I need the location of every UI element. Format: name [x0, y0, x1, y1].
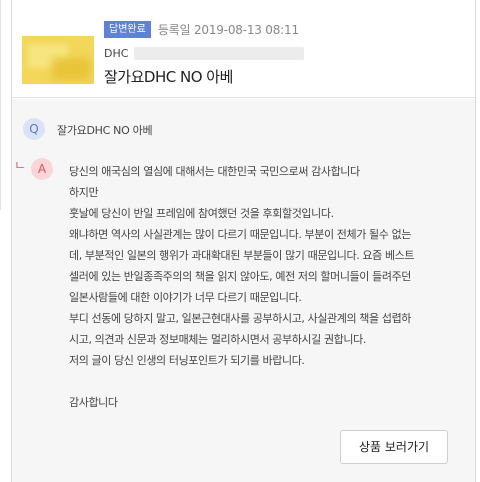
product-thumbnail[interactable]: [22, 36, 94, 84]
qna-card: 답변완료 등록일 2019-08-13 08:11 DHC 잘가요DHC NO …: [11, 0, 476, 482]
answer-line: 데, 부분적인 일본의 행위가 과대확대된 부분들이 많기 때문입니다. 요즘 …: [69, 249, 415, 262]
answer-line: 저의 글이 당신 인생의 터닝포인트가 되기를 바랍니다.: [69, 354, 305, 367]
answer-line: 하지만: [69, 186, 99, 199]
answer-line: 훗날에 당신이 반일 프레임에 참여했던 것을 후회할것입니다.: [69, 207, 334, 220]
registration-date: 등록일 2019-08-13 08:11: [157, 22, 299, 37]
brand-name: DHC: [104, 46, 129, 60]
go-to-product-button[interactable]: 상품 보러가기: [340, 430, 448, 464]
answer-closing: 감사합니다: [69, 396, 118, 409]
answer-line: 부디 선동에 당하지 말고, 일본근현대사를 공부하시고, 사실관계의 책을 섭…: [69, 312, 412, 325]
reply-arrow-icon: ㄴ: [14, 159, 26, 174]
brand-row: DHC: [104, 45, 305, 61]
product-name[interactable]: 잘가요DHC NO 아베: [104, 66, 233, 87]
qa-content: Q 잘가요DHC NO 아베 ㄴ A 당신의 애국심의 열심에 대해서는 대한민…: [12, 99, 475, 482]
answer-icon: A: [31, 158, 53, 180]
product-meta: 답변완료 등록일 2019-08-13 08:11: [104, 20, 299, 38]
answer-line: 일본사람들에 대한 이야기가 너무 다르기 때문입니다.: [69, 291, 302, 304]
answer-line: 시고, 의견과 신문과 정보매체는 멀리하시면서 공부하시길 권합니다.: [69, 333, 366, 346]
answer-line: 왜냐하면 역사의 사실관계는 많이 다르기 때문입니다. 부분이 전체가 될수 …: [69, 228, 412, 241]
status-badge: 답변완료: [104, 20, 151, 38]
question-icon: Q: [23, 118, 45, 140]
blurred-product-detail: [134, 46, 305, 60]
product-header[interactable]: 답변완료 등록일 2019-08-13 08:11 DHC 잘가요DHC NO …: [12, 0, 475, 98]
answer-line: 당신의 애국심의 열심에 대해서는 대한민국 국민으로써 감사합니다: [69, 165, 360, 178]
question-text: 잘가요DHC NO 아베: [57, 124, 153, 137]
left-edge-divider: [0, 0, 1, 210]
answer-line: 셀러에 있는 반일종족주의의 책을 읽지 않아도, 예전 저의 할머니들이 들려…: [69, 270, 412, 283]
answer-text: 당신의 애국심의 열심에 대해서는 대한민국 국민으로써 감사합니다 하지만 훗…: [69, 161, 469, 413]
